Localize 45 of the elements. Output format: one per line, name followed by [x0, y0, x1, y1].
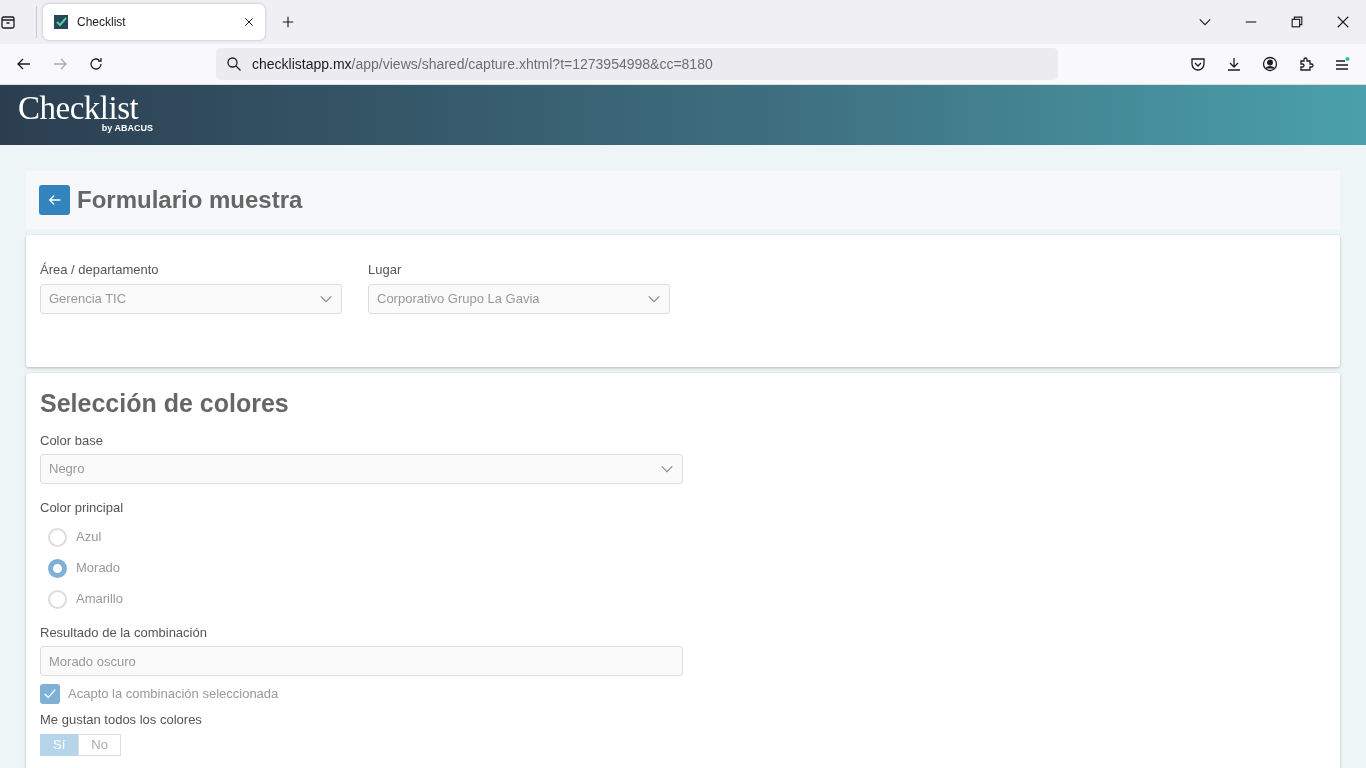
text-field[interactable]: Morado oscuro: [40, 646, 683, 676]
tab-list-icon[interactable]: [0, 14, 16, 30]
field-label: Lugar: [368, 261, 403, 279]
field-label: Me gustan todos los colores: [40, 711, 203, 729]
logo-text: Checklist: [18, 93, 139, 123]
checkmark-icon: [43, 687, 57, 701]
field-label: Color base: [40, 431, 104, 450]
radio-button[interactable]: [48, 589, 67, 609]
tab-title: Checklist: [77, 14, 127, 31]
option-label[interactable]: Amarillo: [76, 589, 123, 609]
back-button[interactable]: [39, 185, 70, 215]
menu-icon[interactable]: [1334, 56, 1350, 72]
restore-icon[interactable]: [1290, 15, 1304, 29]
pocket-icon[interactable]: [1190, 56, 1206, 72]
field-label: Resultado de la combinación: [40, 623, 208, 642]
radio-button[interactable]: [48, 558, 67, 578]
radio-button[interactable]: [48, 527, 67, 547]
toggle-option[interactable]: No: [78, 733, 121, 756]
download-icon[interactable]: [1226, 56, 1242, 72]
toggle-option[interactable]: Sí: [40, 733, 79, 756]
puzzle-icon[interactable]: [1298, 56, 1314, 72]
search-icon: [226, 56, 242, 72]
account-icon[interactable]: [1262, 56, 1278, 72]
address-bar[interactable]: checklistapp.mx/app/views/shared/capture.xhtml?t=1273954998&cc=8180: [216, 48, 1058, 80]
url-text: checklistapp.mx/app/views/shared/capture.xhtml?t=1273954998&cc=8180: [252, 54, 713, 74]
back-arrow-icon: [47, 193, 62, 207]
field-label: Área / departamento: [40, 261, 160, 279]
checkbox-label[interactable]: Acapto la combinación seleccionada: [68, 684, 279, 704]
reload-icon[interactable]: [88, 56, 104, 72]
dropdown[interactable]: Corporativo Grupo La Gavia: [368, 283, 670, 314]
back-arrow-icon[interactable]: [16, 56, 32, 72]
logo-subtitle: by ABACUS: [100, 123, 153, 133]
page-title: Formulario muestra: [77, 185, 303, 215]
section-title: Selección de colores: [40, 388, 290, 419]
close-icon[interactable]: [1336, 15, 1350, 29]
dropdown[interactable]: Gerencia TIC: [40, 283, 342, 314]
browser-tab[interactable]: Checklist: [43, 4, 265, 40]
close-icon[interactable]: [243, 16, 255, 28]
option-label[interactable]: Azul: [76, 527, 102, 547]
checkbox[interactable]: [40, 684, 60, 704]
checklist-favicon-icon: [53, 14, 69, 30]
option-label[interactable]: Morado: [76, 558, 121, 578]
dropdown[interactable]: Negro: [40, 454, 683, 484]
plus-icon[interactable]: [281, 15, 295, 29]
field-label: Color principal: [40, 499, 125, 517]
